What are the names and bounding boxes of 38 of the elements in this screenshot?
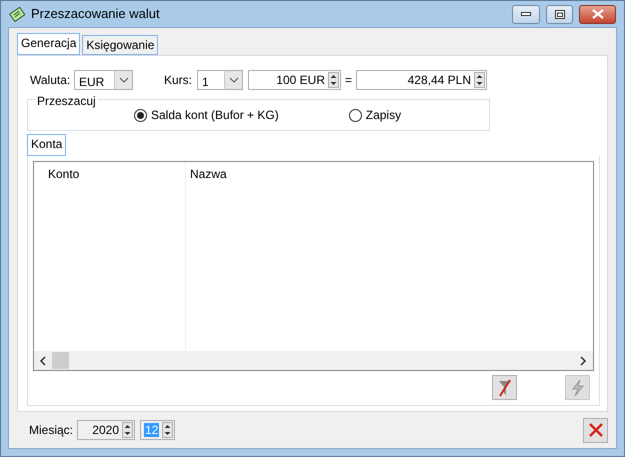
close-icon [588,422,604,438]
tab[interactable]: Konta [27,134,66,156]
radio-option[interactable]: Zapisy [348,106,402,124]
funnel-icon [496,378,512,396]
minimize-button[interactable] [512,4,540,24]
radio-button[interactable] [134,108,147,122]
currency-dropdown[interactable]: EUR [74,70,133,90]
chevron-down-icon [118,77,128,83]
tab[interactable]: Księgowanie [82,35,158,55]
horizontal-scrollbar[interactable] [34,351,593,370]
column-header[interactable]: Konto [48,167,80,181]
close-icon [592,9,604,19]
spin-buttons[interactable] [162,422,174,438]
rate-dropdown[interactable]: 1 [197,70,243,90]
radio-option[interactable]: Salda kont (Bufor + KG) [134,106,279,124]
close-button[interactable] [583,418,608,442]
spin-buttons[interactable] [328,72,339,88]
column-header[interactable]: Nazwa [190,167,227,181]
field-label: Kurs: [164,72,194,89]
amount-field[interactable]: 100 EUR [248,70,341,90]
spin-buttons[interactable] [474,72,486,88]
maximize-icon [554,10,564,18]
equals-sign: = [345,72,352,89]
field-label: Miesiąc: [29,422,74,439]
maximize-button[interactable] [546,4,573,24]
close-button[interactable] [579,4,616,24]
spin-buttons[interactable] [122,422,133,438]
chevron-down-icon [228,77,238,83]
result-field[interactable]: 428,44 PLN [356,70,488,90]
field-label: Waluta: [29,72,72,89]
window-title: Przeszacowanie walut [31,5,161,24]
lightning-icon [570,378,586,396]
radio-button[interactable] [348,108,362,122]
year-field[interactable]: 2020 [77,420,135,440]
scroll-thumb[interactable] [52,352,69,369]
minimize-icon [521,12,531,16]
clear-filter-button[interactable] [492,375,517,400]
tab[interactable]: Generacja [17,33,80,55]
